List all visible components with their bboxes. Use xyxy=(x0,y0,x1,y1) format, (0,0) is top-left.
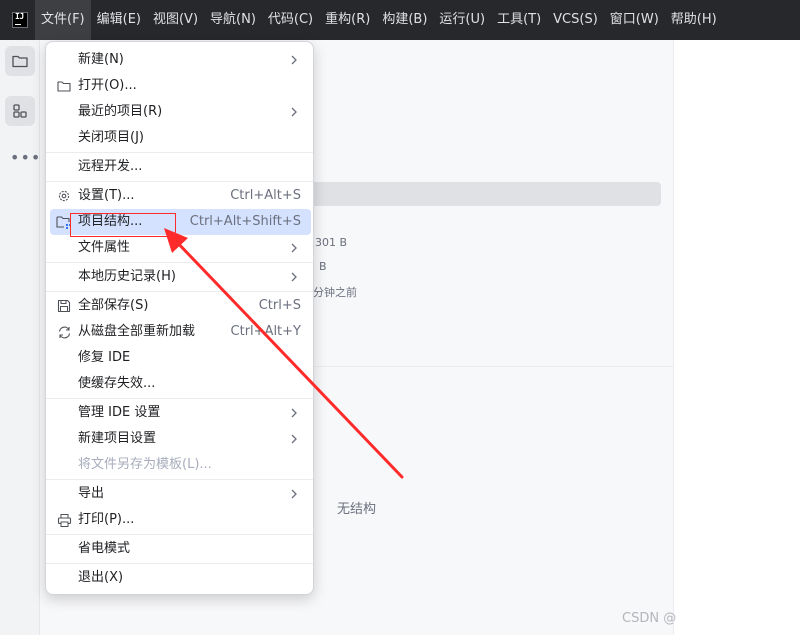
menu-item-invalidate-caches[interactable]: 使缓存失效... xyxy=(50,371,311,397)
main-menubar: IJ 文件(F) 编辑(E) 视图(V) 导航(N) 代码(C) 重构(R) 构… xyxy=(0,0,800,40)
menu-code[interactable]: 代码(C) xyxy=(262,0,319,40)
menu-item-repair-ide[interactable]: 修复 IDE xyxy=(50,345,311,371)
menu-vcs[interactable]: VCS(S) xyxy=(547,0,604,40)
intellij-logo-icon[interactable]: IJ xyxy=(12,12,28,28)
menu-edit[interactable]: 编辑(E) xyxy=(91,0,147,40)
menu-separator xyxy=(46,563,313,564)
folder-icon xyxy=(56,78,72,94)
menu-item-label: 省电模式 xyxy=(78,541,131,556)
menu-item-file-properties[interactable]: 文件属性 xyxy=(50,235,311,261)
menu-item-print[interactable]: 打印(P)... xyxy=(50,507,311,533)
menu-item-export[interactable]: 导出 xyxy=(50,481,311,507)
chevron-right-icon xyxy=(291,243,297,253)
gear-icon xyxy=(56,188,72,204)
menu-item-exit[interactable]: 退出(X) xyxy=(50,565,311,591)
menu-separator xyxy=(46,291,313,292)
menu-tools[interactable]: 工具(T) xyxy=(491,0,547,40)
menu-view[interactable]: 视图(V) xyxy=(147,0,204,40)
menu-navigate[interactable]: 导航(N) xyxy=(204,0,262,40)
file-menu-dropdown: 新建(N) 打开(O)... 最近的项目(R) 关闭项目(J) 远程开发... … xyxy=(45,41,314,595)
annotation-highlight-box xyxy=(70,213,176,237)
menu-separator xyxy=(46,262,313,263)
menu-item-save-all[interactable]: 全部保存(S) Ctrl+S xyxy=(50,293,311,319)
menu-item-power-save-mode[interactable]: 省电模式 xyxy=(50,536,311,562)
structure-tool-button[interactable] xyxy=(5,96,35,126)
menu-item-label: 设置(T)... xyxy=(78,188,135,203)
structure-icon xyxy=(13,104,27,118)
chevron-right-icon xyxy=(291,408,297,418)
left-tool-strip: ••• xyxy=(0,40,40,635)
menu-help[interactable]: 帮助(H) xyxy=(665,0,723,40)
menu-item-manage-ide-settings[interactable]: 管理 IDE 设置 xyxy=(50,400,311,426)
shortcut-text: Ctrl+S xyxy=(258,298,301,313)
menu-refactor[interactable]: 重构(R) xyxy=(319,0,376,40)
menu-separator xyxy=(46,152,313,153)
menu-item-label: 使缓存失效... xyxy=(78,376,156,391)
menu-separator xyxy=(46,534,313,535)
menu-item-reload-from-disk[interactable]: 从磁盘全部重新加载 Ctrl+Alt+Y xyxy=(50,319,311,345)
menu-item-label: 管理 IDE 设置 xyxy=(78,405,161,420)
chevron-right-icon xyxy=(291,434,297,444)
menu-item-label: 导出 xyxy=(78,486,105,501)
project-tool-button[interactable] xyxy=(5,46,35,76)
file-size-text: 301 B xyxy=(315,236,348,249)
printer-icon xyxy=(56,512,72,528)
menu-item-label: 新建(N) xyxy=(78,52,124,67)
menu-item-settings[interactable]: 设置(T)... Ctrl+Alt+S xyxy=(50,183,311,209)
menu-separator xyxy=(46,479,313,480)
shortcut-text: Ctrl+Alt+Y xyxy=(230,324,301,339)
menu-item-open[interactable]: 打开(O)... xyxy=(50,73,311,99)
menu-item-label: 本地历史记录(H) xyxy=(78,269,176,284)
shortcut-text: Ctrl+Alt+Shift+S xyxy=(189,214,301,229)
menu-item-save-as-template: 将文件另存为模板(L)... xyxy=(50,452,311,478)
folder-icon xyxy=(12,55,28,68)
right-panel xyxy=(673,40,800,635)
menu-item-remote-development[interactable]: 远程开发... xyxy=(50,154,311,180)
chevron-right-icon xyxy=(291,55,297,65)
menu-item-label: 远程开发... xyxy=(78,159,143,174)
menu-item-label: 关闭项目(J) xyxy=(78,130,144,145)
refresh-icon xyxy=(56,324,72,340)
background-selected-row xyxy=(300,182,661,206)
modified-time-text: 分钟之前 xyxy=(313,286,357,299)
menu-item-label: 将文件另存为模板(L)... xyxy=(78,457,212,472)
menu-item-new-project-settings[interactable]: 新建项目设置 xyxy=(50,426,311,452)
file-size-text-2: B xyxy=(319,260,327,273)
menu-item-recent-projects[interactable]: 最近的项目(R) xyxy=(50,99,311,125)
menu-item-label: 从磁盘全部重新加载 xyxy=(78,324,196,339)
menu-item-label: 打开(O)... xyxy=(78,78,137,93)
menu-window[interactable]: 窗口(W) xyxy=(604,0,665,40)
menu-item-close-project[interactable]: 关闭项目(J) xyxy=(50,125,311,151)
menu-item-label: 新建项目设置 xyxy=(78,431,157,446)
menu-build[interactable]: 构建(B) xyxy=(376,0,433,40)
save-icon xyxy=(56,298,72,314)
chevron-right-icon xyxy=(291,107,297,117)
no-structure-text: 无结构 xyxy=(337,502,377,517)
menu-item-label: 全部保存(S) xyxy=(78,298,149,313)
chevron-right-icon xyxy=(291,489,297,499)
csdn-watermark: CSDN @ xyxy=(622,611,677,626)
menu-item-label: 退出(X) xyxy=(78,570,124,585)
menu-item-label: 最近的项目(R) xyxy=(78,104,163,119)
chevron-right-icon xyxy=(291,272,297,282)
menu-separator xyxy=(46,181,313,182)
more-tools-icon[interactable]: ••• xyxy=(10,148,41,167)
menu-separator xyxy=(46,398,313,399)
menu-run[interactable]: 运行(U) xyxy=(433,0,491,40)
shortcut-text: Ctrl+Alt+S xyxy=(230,188,301,203)
menu-item-label: 修复 IDE xyxy=(78,350,131,365)
menu-item-label: 打印(P)... xyxy=(78,512,135,527)
menu-file[interactable]: 文件(F) xyxy=(35,0,91,40)
panel-divider xyxy=(300,366,673,367)
menu-item-new[interactable]: 新建(N) xyxy=(50,47,311,73)
menu-item-local-history[interactable]: 本地历史记录(H) xyxy=(50,264,311,290)
menu-item-label: 文件属性 xyxy=(78,240,131,255)
